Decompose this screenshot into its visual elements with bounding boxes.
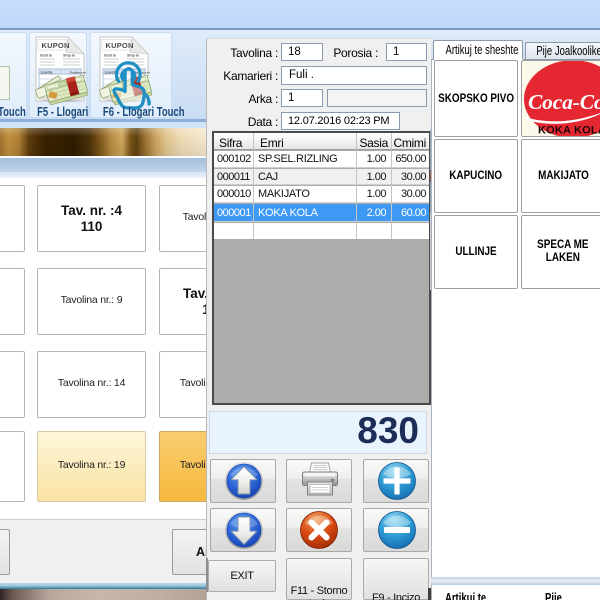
- svg-text:KOKA KOLA: KOKA KOLA: [538, 125, 600, 137]
- svg-text:Quantity: Quantity: [41, 71, 53, 75]
- svg-text:Coca-Cola: Coca-Cola: [528, 90, 600, 114]
- svg-text:KUPON: KUPON: [42, 41, 70, 50]
- svg-text:Ship to: Ship to: [63, 54, 76, 58]
- svg-text:Amount: Amount: [76, 71, 87, 75]
- svg-text:Sold to: Sold to: [40, 54, 53, 58]
